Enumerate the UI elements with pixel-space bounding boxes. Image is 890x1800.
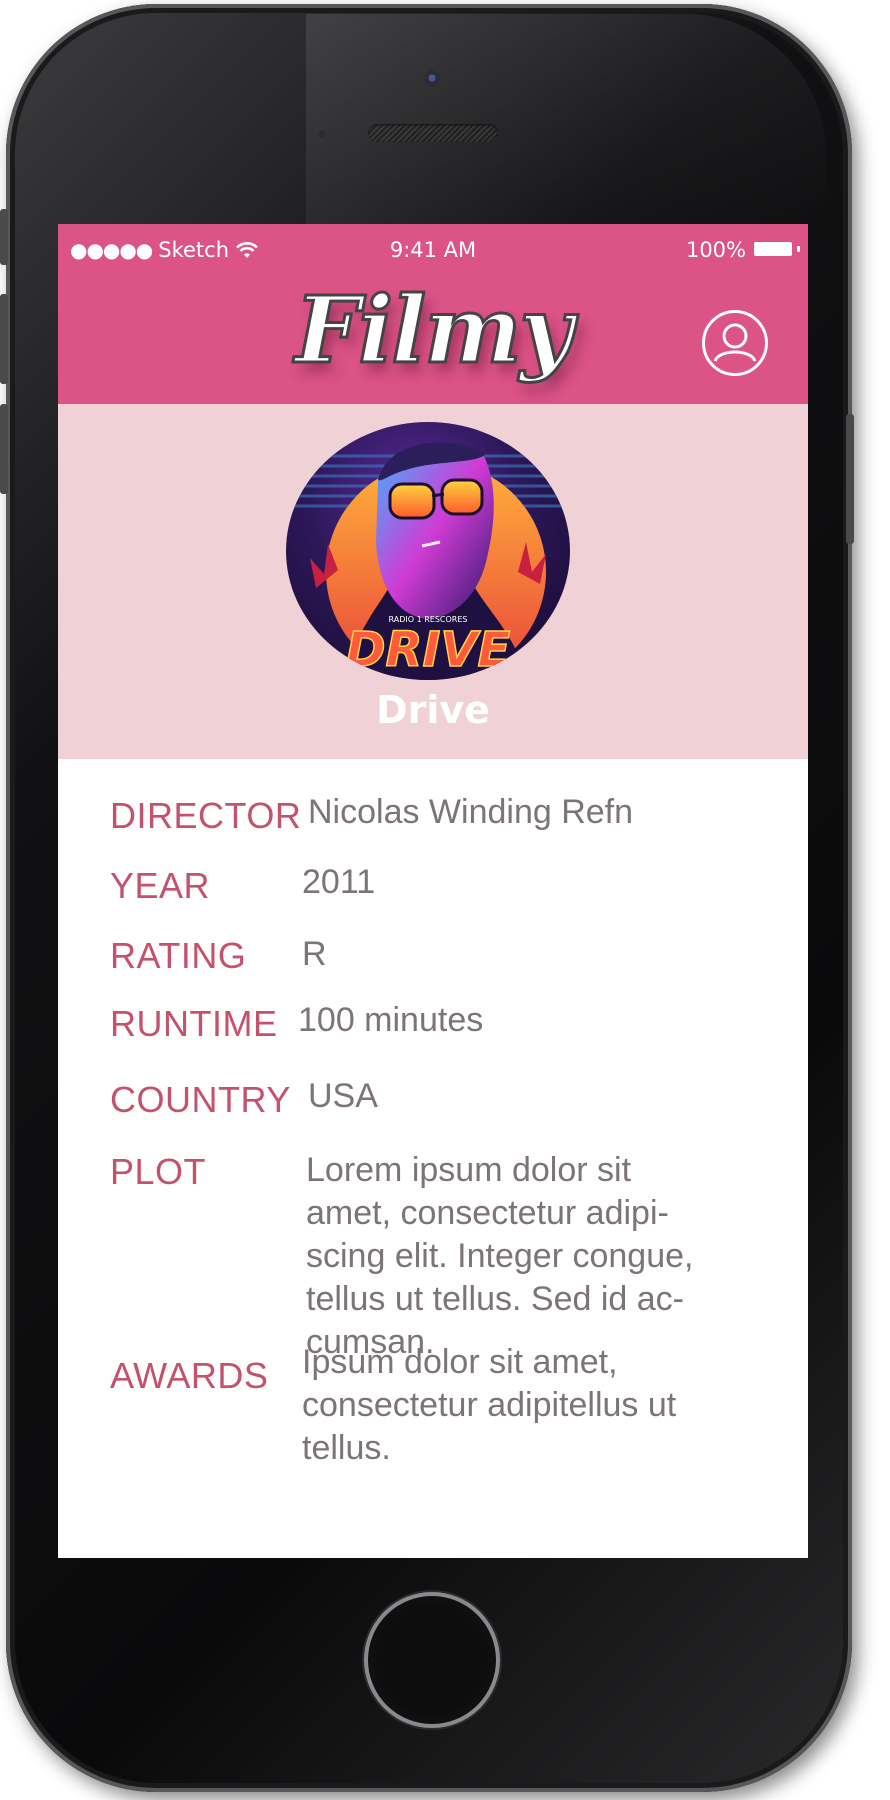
plot-value: Lorem ipsum dolor sit amet, consectetur … (306, 1151, 694, 1361)
phone-frame: ●●●●● Sketch 9:41 AM 100% Filmy RADIO 1 … (0, 4, 854, 1792)
movie-title: Drive (376, 688, 490, 732)
app-header: ●●●●● Sketch 9:41 AM 100% Filmy (58, 224, 808, 404)
movie-hero: RADIO 1 RESCORES DRIVE Drive (58, 404, 808, 759)
user-circle-icon (713, 323, 757, 362)
app-screen: ●●●●● Sketch 9:41 AM 100% Filmy RADIO 1 … (58, 224, 808, 1558)
movie-poster[interactable]: RADIO 1 RESCORES DRIVE (286, 422, 570, 680)
awards-label: AWARDS (110, 1355, 269, 1396)
country-label: COUNTRY (110, 1079, 291, 1120)
status-right: 100% (685, 238, 800, 262)
country-value: USA (308, 1077, 378, 1115)
home-button[interactable] (364, 1592, 500, 1728)
rating-value: R (302, 935, 327, 973)
battery-percent: 100% (685, 238, 746, 262)
mute-switch (0, 209, 8, 265)
app-logo: Filmy (293, 275, 574, 386)
movie-details: DIRECTOR Nicolas Winding Refn YEAR 2011 … (58, 759, 808, 1558)
runtime-value: 100 minutes (298, 1001, 484, 1039)
year-value: 2011 (302, 863, 376, 901)
director-value: Nicolas Winding Refn (308, 793, 634, 831)
runtime-label: RUNTIME (110, 1003, 278, 1044)
volume-up-button (0, 294, 8, 384)
poster-title: DRIVE (346, 622, 511, 678)
year-label: YEAR (110, 865, 211, 906)
front-camera (424, 70, 440, 86)
poster-art: RADIO 1 RESCORES DRIVE (286, 442, 570, 680)
volume-down-button (0, 404, 8, 494)
plot-label: PLOT (110, 1151, 207, 1192)
status-bar: ●●●●● Sketch 9:41 AM 100% (58, 238, 808, 262)
rating-label: RATING (110, 935, 247, 976)
battery-icon (754, 242, 800, 258)
director-label: DIRECTOR (110, 795, 302, 836)
profile-button[interactable] (702, 310, 768, 376)
power-button (846, 414, 854, 544)
awards-value: Ipsum dolor sit amet, consectetur adipit… (302, 1343, 677, 1467)
proximity-sensor (318, 130, 326, 138)
earpiece-speaker (368, 124, 498, 142)
